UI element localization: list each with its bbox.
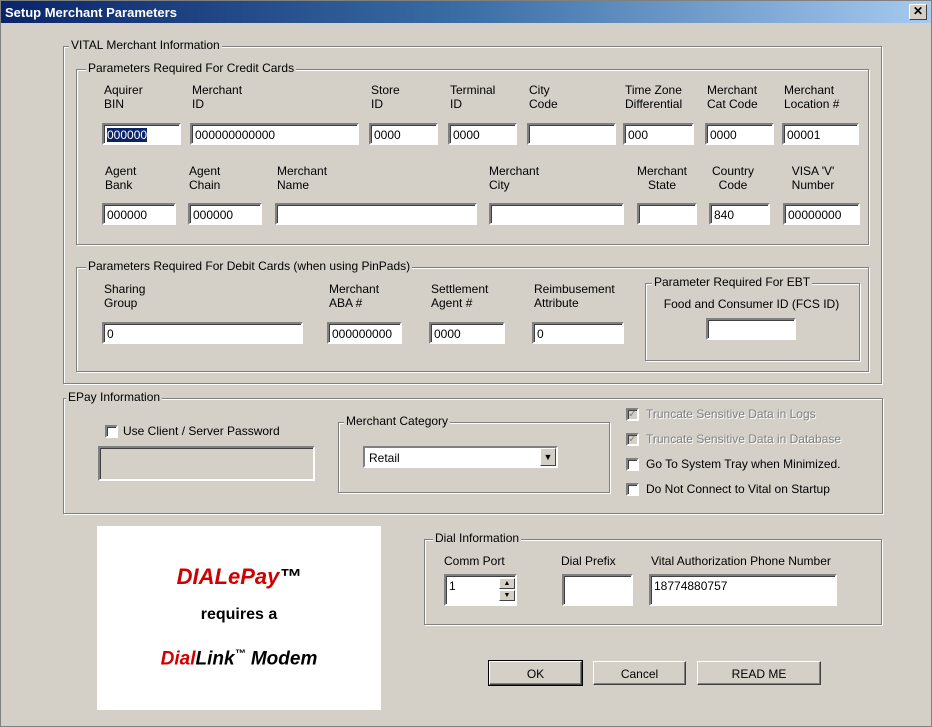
use-password-checkbox[interactable]: [105, 425, 118, 438]
store-id-label: Store ID: [371, 83, 400, 111]
system-tray-label: Go To System Tray when Minimized.: [646, 457, 841, 471]
dial-prefix-label: Dial Prefix: [561, 554, 616, 568]
spin-down-button[interactable]: ▼: [499, 590, 515, 601]
city-code-input[interactable]: [527, 123, 616, 145]
dial-group-label: Dial Information: [433, 531, 522, 545]
merchant-city-input[interactable]: [489, 203, 624, 225]
window-title: Setup Merchant Parameters: [5, 5, 177, 20]
logo-brand: DIALePay: [176, 564, 280, 589]
setup-dialog: Setup Merchant Parameters ✕ VITAL Mercha…: [0, 0, 932, 727]
merchant-location-label: Merchant Location #: [784, 83, 840, 111]
use-password-label: Use Client / Server Password: [123, 424, 280, 438]
store-id-input[interactable]: 0000: [369, 123, 438, 145]
merchant-city-label: Merchant City: [489, 164, 540, 192]
dial-prefix-input[interactable]: [562, 574, 633, 606]
no-connect-checkbox[interactable]: [626, 483, 639, 496]
acquirer-bin-label: Aquirer BIN: [104, 83, 143, 111]
acquirer-bin-input[interactable]: 000000: [102, 123, 181, 145]
vital-group-label: VITAL Merchant Information: [69, 38, 222, 52]
epay-group-label: EPay Information: [66, 390, 163, 404]
country-code-input[interactable]: 840: [709, 203, 770, 225]
terminal-id-input[interactable]: 0000: [448, 123, 517, 145]
reimbursement-attribute-label: Reimbusement Attribute: [534, 282, 615, 310]
ebt-group-label: Parameter Required For EBT: [652, 275, 813, 289]
merchant-location-input[interactable]: 00001: [782, 123, 859, 145]
settlement-agent-label: Settlement Agent #: [431, 282, 489, 310]
comm-port-label: Comm Port: [444, 554, 505, 568]
close-icon: ✕: [912, 4, 924, 18]
agent-chain-label: Agent Chain: [189, 164, 221, 192]
credit-group-label: Parameters Required For Credit Cards: [86, 61, 297, 75]
settlement-agent-input[interactable]: 0000: [429, 322, 505, 344]
city-code-label: City Code: [529, 83, 558, 111]
merchant-name-label: Merchant Name: [277, 164, 328, 192]
merchant-state-label: Merchant State: [636, 164, 688, 192]
sharing-group-input[interactable]: 0: [102, 322, 303, 344]
dialepay-logo: DIALePay™ requires a DialLink™ Modem: [97, 526, 381, 710]
truncate-logs-checkbox[interactable]: ✓: [626, 408, 639, 421]
cancel-button[interactable]: Cancel: [593, 661, 686, 685]
phone-number-input[interactable]: 18774880757: [649, 574, 837, 606]
merchant-category-select[interactable]: Retail ▼: [363, 446, 558, 468]
title-bar: Setup Merchant Parameters ✕: [1, 1, 931, 23]
merchant-cat-code-input[interactable]: 0000: [705, 123, 774, 145]
merchant-state-input[interactable]: [637, 203, 697, 225]
visa-v-number-label: VISA 'V' Number: [791, 164, 835, 192]
truncate-database-checkbox[interactable]: ✓: [626, 433, 639, 446]
terminal-id-label: Terminal ID: [450, 83, 496, 111]
no-connect-label: Do Not Connect to Vital on Startup: [646, 482, 830, 496]
merchant-name-input[interactable]: [275, 203, 477, 225]
fcs-id-label: Food and Consumer ID (FCS ID): [663, 297, 840, 311]
reimbursement-attribute-input[interactable]: 0: [532, 322, 624, 344]
merchant-aba-label: Merchant ABA #: [329, 282, 380, 310]
readme-button[interactable]: READ ME: [697, 661, 821, 685]
merchant-category-label: Merchant Category: [344, 414, 451, 428]
password-input[interactable]: [98, 446, 315, 481]
close-button[interactable]: ✕: [909, 4, 927, 20]
merchant-cat-code-label: Merchant Cat Code: [707, 83, 758, 111]
agent-bank-label: Agent Bank: [105, 164, 137, 192]
merchant-id-input[interactable]: 000000000000: [190, 123, 359, 145]
ok-button[interactable]: OK: [488, 660, 583, 686]
agent-bank-input[interactable]: 000000: [102, 203, 176, 225]
truncate-logs-label: Truncate Sensitive Data in Logs: [646, 407, 816, 421]
agent-chain-input[interactable]: 000000: [188, 203, 262, 225]
visa-v-number-input[interactable]: 00000000: [783, 203, 860, 225]
phone-number-label: Vital Authorization Phone Number: [651, 554, 831, 568]
debit-group-label: Parameters Required For Debit Cards (whe…: [86, 259, 413, 273]
sharing-group-label: Sharing Group: [104, 282, 146, 310]
chevron-down-icon[interactable]: ▼: [540, 448, 556, 466]
truncate-database-label: Truncate Sensitive Data in Database: [646, 432, 841, 446]
merchant-category-value: Retail: [369, 451, 400, 465]
system-tray-checkbox[interactable]: [626, 458, 639, 471]
merchant-id-label: Merchant ID: [192, 83, 243, 111]
fcs-id-input[interactable]: [706, 318, 796, 340]
time-zone-input[interactable]: 000: [623, 123, 694, 145]
logo-requires: requires a: [200, 606, 278, 623]
merchant-aba-input[interactable]: 000000000: [327, 322, 402, 344]
spin-up-button[interactable]: ▲: [499, 578, 515, 589]
country-code-label: Country Code: [711, 164, 755, 192]
time-zone-label: Time Zone Differential: [625, 83, 683, 111]
